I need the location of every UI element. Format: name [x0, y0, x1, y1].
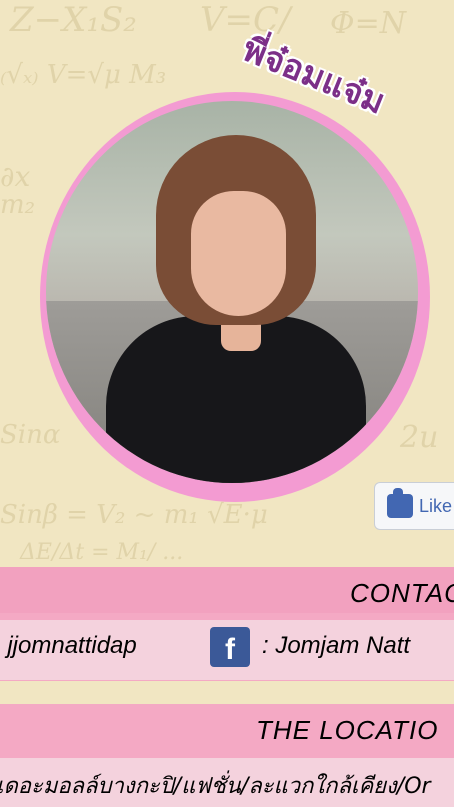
location-heading: THE LOCATIO — [256, 715, 439, 745]
bg-formula: ₍√ₓ₎ V=√μ M₃ — [0, 60, 167, 90]
bg-formula: Sinβ = V₂ ~ m₁ √E·μ — [0, 500, 268, 530]
bg-formula: ∂x — [0, 160, 31, 193]
bg-formula: m₂ — [0, 190, 36, 220]
like-label: Like — [419, 495, 453, 516]
like-thumb-icon — [387, 488, 413, 518]
line-id-text: : jjomnattidap — [0, 632, 137, 659]
contact-heading: CONTAC — [350, 578, 454, 608]
bg-formula: Φ=N — [330, 6, 406, 41]
facebook-icon: f — [210, 627, 250, 667]
profile-photo — [46, 101, 418, 483]
like-button[interactable]: Like — [374, 482, 454, 530]
bg-formula: Z−X₁S₂ — [10, 0, 137, 40]
facebook-name-text: : Jomjam Natt — [262, 632, 411, 659]
bg-formula: ΔE/Δt = M₁/ ... — [20, 540, 184, 565]
location-text: เดอะมอลล์บางกะปิ/แฟชั่น/ละแวกใกล้เคียง/O… — [0, 774, 431, 799]
